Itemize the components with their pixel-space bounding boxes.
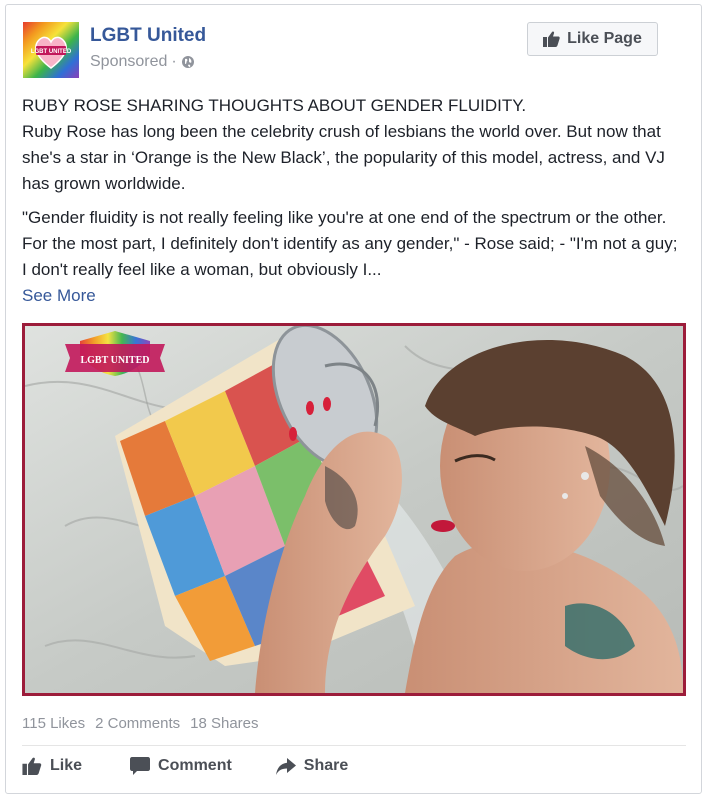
comment-button[interactable]: Comment <box>130 757 232 775</box>
avatar-logo-text: LGBT UNITED <box>31 49 72 55</box>
post-actions: Like Comment Share <box>22 757 348 775</box>
thumbs-up-icon <box>543 31 560 47</box>
comments-count[interactable]: 2 Comments <box>95 715 180 732</box>
share-label: Share <box>303 757 349 774</box>
sponsored-label[interactable]: Sponsored <box>90 53 167 71</box>
share-icon <box>275 757 296 775</box>
post-paragraph-2: "Gender fluidity is not really feeling l… <box>22 205 686 309</box>
post-image[interactable]: LGBT UNITED <box>22 323 686 696</box>
page-name-link[interactable]: LGBT United <box>90 25 206 47</box>
post-text: RUBY ROSE SHARING THOUGHTS ABOUT GENDER … <box>22 93 686 309</box>
post-paragraph-1: RUBY ROSE SHARING THOUGHTS ABOUT GENDER … <box>22 93 686 197</box>
avatar-logo-image: LGBT UNITED <box>23 22 79 78</box>
like-label: Like <box>50 757 83 774</box>
comment-label: Comment <box>158 757 232 774</box>
see-more-link[interactable]: See More <box>22 283 686 309</box>
like-button[interactable]: Like <box>22 757 82 775</box>
meta-separator: · <box>171 53 177 70</box>
like-page-button[interactable]: Like Page <box>527 22 658 56</box>
globe-icon <box>181 55 195 69</box>
post-quote: "Gender fluidity is not really feeling l… <box>22 208 678 279</box>
post-body: Ruby Rose has long been the celebrity cr… <box>22 122 665 193</box>
image-logo-text: LGBT UNITED <box>80 355 149 366</box>
share-button[interactable]: Share <box>275 757 349 775</box>
engagement-stats: 115 Likes 2 Comments 18 Shares <box>22 715 259 732</box>
comment-icon <box>130 757 151 775</box>
page-avatar[interactable]: LGBT UNITED <box>23 22 79 78</box>
likes-count[interactable]: 115 Likes <box>22 715 85 732</box>
thumbs-up-icon <box>22 757 42 775</box>
post-headline: RUBY ROSE SHARING THOUGHTS ABOUT GENDER … <box>22 96 527 115</box>
shares-count[interactable]: 18 Shares <box>190 715 258 732</box>
action-divider <box>22 745 686 746</box>
sponsored-post-card: LGBT UNITED LGBT United Sponsored · Like… <box>5 4 702 794</box>
like-page-label: Like Page <box>567 30 642 47</box>
sponsored-meta: Sponsored · <box>90 53 195 71</box>
